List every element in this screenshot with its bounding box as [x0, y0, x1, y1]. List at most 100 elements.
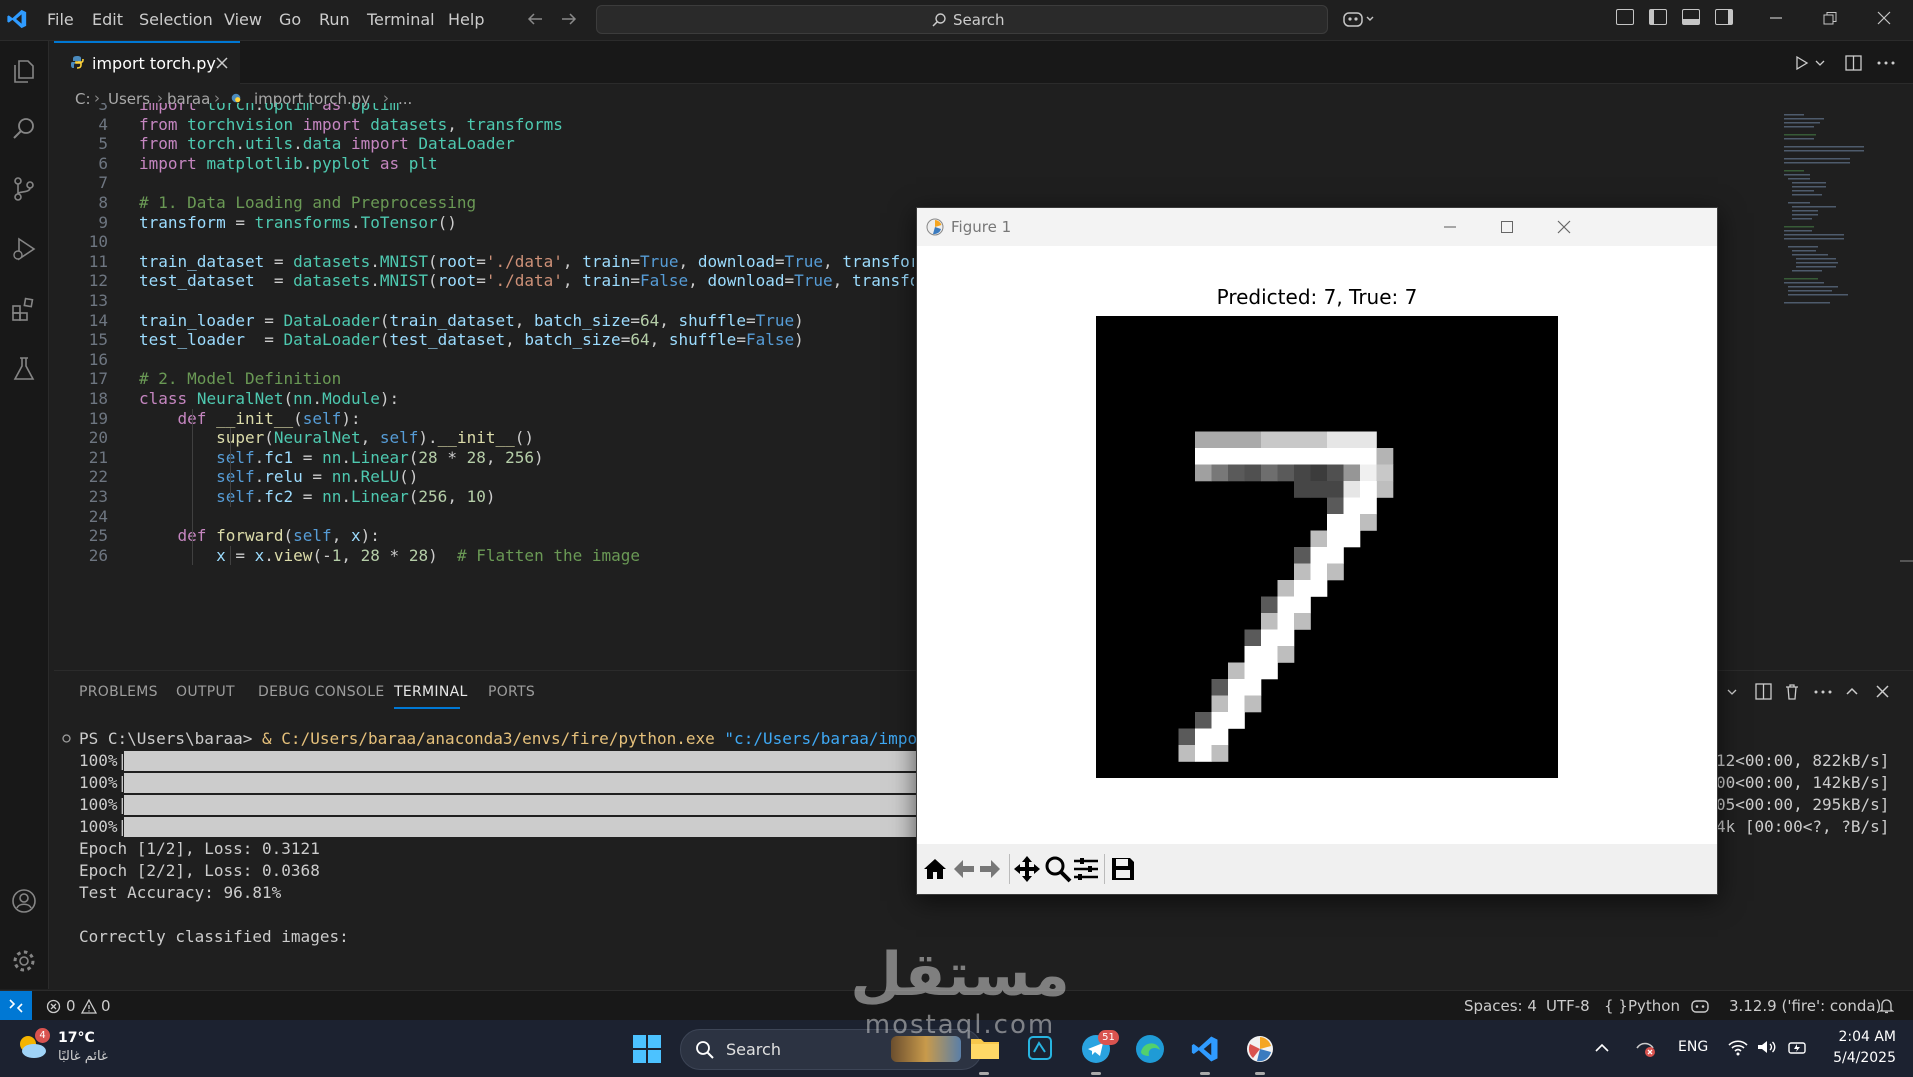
weather-temperature[interactable]: 17°C: [58, 1030, 95, 1046]
digit-pixel: [1244, 448, 1262, 465]
menu-run[interactable]: Run: [319, 10, 350, 29]
wifi-icon[interactable]: [1727, 1038, 1749, 1056]
battery-charging-icon[interactable]: [1787, 1038, 1809, 1056]
home-icon[interactable]: [922, 857, 948, 881]
warning-count[interactable]: 0: [101, 997, 111, 1015]
braces-icon[interactable]: { }: [1604, 997, 1628, 1015]
digit-pixel: [1327, 497, 1344, 515]
digit-pixel: [1195, 728, 1212, 746]
terminal-dropdown-chevron-icon[interactable]: [1726, 687, 1738, 697]
pan-move-icon[interactable]: [1013, 855, 1041, 883]
tab-debug-console[interactable]: DEBUG CONSOLE: [258, 684, 385, 700]
toggle-panel-icon[interactable]: [1682, 9, 1700, 25]
tab-output[interactable]: OUTPUT: [176, 684, 235, 700]
matplotlib-logo-icon: [926, 218, 944, 236]
back-arrow-icon[interactable]: [526, 11, 544, 27]
show-hidden-icons-chevron-icon[interactable]: [1594, 1042, 1610, 1054]
digit-pixel: [1294, 547, 1311, 564]
toggle-sidebar-icon[interactable]: [1649, 9, 1667, 25]
figure-title-bar[interactable]: Figure 1: [917, 208, 1717, 246]
progress-label: 100%|: [79, 795, 128, 814]
menu-view[interactable]: View: [224, 10, 262, 29]
error-icon[interactable]: [46, 999, 61, 1014]
back-icon[interactable]: [951, 857, 977, 881]
search-view-icon[interactable]: [10, 115, 38, 143]
language-mode[interactable]: Python: [1628, 997, 1680, 1015]
maximize-panel-chevron-icon[interactable]: [1845, 686, 1859, 696]
toggle-secondary-sidebar-icon[interactable]: [1715, 9, 1733, 25]
minimap[interactable]: [1782, 112, 1882, 312]
customize-layout-icon[interactable]: [1616, 9, 1634, 25]
code-text: test_loader = DataLoader(test_dataset, b…: [139, 330, 804, 350]
editor-tab-active[interactable]: import torch.py: [54, 41, 240, 84]
windows-start-icon[interactable]: [632, 1034, 662, 1064]
close-tab-icon[interactable]: [216, 57, 228, 69]
indentation-status[interactable]: Spaces: 4: [1464, 997, 1537, 1015]
network-error-icon[interactable]: [1634, 1038, 1656, 1058]
copilot-icon[interactable]: [1342, 9, 1378, 29]
matplotlib-figure-window[interactable]: Figure 1 Predicted: 7, True: 7: [916, 207, 1718, 895]
encoding-status[interactable]: UTF-8: [1546, 997, 1590, 1015]
source-control-icon[interactable]: [10, 175, 38, 203]
split-terminal-icon[interactable]: [1755, 683, 1772, 700]
zoom-icon[interactable]: [1044, 855, 1072, 883]
forward-icon[interactable]: [977, 857, 1003, 881]
vscode-logo-icon[interactable]: [6, 8, 28, 30]
run-dropdown-chevron-icon[interactable]: [1814, 58, 1826, 68]
clock-date[interactable]: 5/4/2025: [1826, 1050, 1896, 1066]
panel-more-actions-icon[interactable]: [1814, 690, 1832, 694]
python-figure-taskbar-icon[interactable]: [1245, 1034, 1275, 1064]
tab-problems[interactable]: PROBLEMS: [79, 684, 158, 700]
command-center-search[interactable]: Search: [596, 5, 1328, 34]
error-count[interactable]: 0: [66, 997, 76, 1015]
menu-edit[interactable]: Edit: [92, 10, 123, 29]
terminal-amp: &: [262, 729, 282, 748]
input-language[interactable]: ENG: [1678, 1039, 1708, 1055]
more-actions-icon[interactable]: [1877, 61, 1895, 65]
run-file-icon[interactable]: [1794, 55, 1810, 71]
extensions-icon[interactable]: [10, 295, 38, 323]
code-editor[interactable]: 3 import torch.optim as optim 4 from torchv…: [54, 103, 914, 669]
remote-indicator[interactable]: [0, 991, 32, 1021]
split-editor-icon[interactable]: [1845, 55, 1862, 71]
tab-label: import torch.py: [92, 54, 216, 73]
accounts-icon[interactable]: [10, 887, 38, 915]
configure-subplots-icon[interactable]: [1072, 856, 1100, 882]
testing-icon[interactable]: [10, 355, 38, 383]
figure-maximize-icon[interactable]: [1500, 220, 1514, 234]
menu-terminal[interactable]: Terminal: [367, 10, 435, 29]
figure-close-icon[interactable]: [1557, 220, 1571, 234]
tab-terminal[interactable]: TERMINAL: [394, 684, 468, 700]
forward-arrow-icon[interactable]: [560, 11, 578, 27]
menu-file[interactable]: File: [47, 10, 74, 29]
digit-pixel: [1228, 448, 1245, 465]
copilot-status-icon[interactable]: [1691, 998, 1709, 1014]
run-debug-icon[interactable]: [10, 235, 38, 263]
figure-minimize-icon[interactable]: [1443, 221, 1457, 233]
indent-guide: [230, 545, 231, 566]
close-window-icon[interactable]: [1877, 11, 1891, 25]
digit-pixel: [1294, 481, 1311, 498]
restore-icon[interactable]: [1822, 11, 1838, 25]
volume-icon[interactable]: [1756, 1038, 1778, 1056]
settings-gear-icon[interactable]: [10, 947, 38, 975]
digit-pixel: [1261, 662, 1278, 680]
tab-ports[interactable]: PORTS: [488, 684, 535, 700]
minimize-icon[interactable]: [1768, 12, 1784, 24]
menu-selection[interactable]: Selection: [139, 10, 213, 29]
kill-terminal-trash-icon[interactable]: [1784, 683, 1800, 700]
menu-go[interactable]: Go: [279, 10, 301, 29]
vscode-taskbar-icon[interactable]: [1190, 1034, 1220, 1064]
weather-description[interactable]: غائم غالبًا: [58, 1049, 108, 1064]
scrollbar-thumb[interactable]: [1900, 560, 1913, 562]
digit-pixel: [1277, 431, 1295, 449]
save-figure-icon[interactable]: [1110, 856, 1136, 882]
edge-browser-icon[interactable]: [1135, 1034, 1165, 1064]
notifications-bell-icon[interactable]: [1879, 998, 1894, 1014]
clock-time[interactable]: 2:04 AM: [1834, 1029, 1896, 1045]
warning-icon[interactable]: [81, 999, 97, 1014]
close-panel-icon[interactable]: [1876, 685, 1889, 698]
menu-help[interactable]: Help: [448, 10, 484, 29]
python-interpreter[interactable]: 3.12.9 ('fire': conda): [1729, 997, 1881, 1015]
explorer-icon[interactable]: [10, 57, 38, 85]
